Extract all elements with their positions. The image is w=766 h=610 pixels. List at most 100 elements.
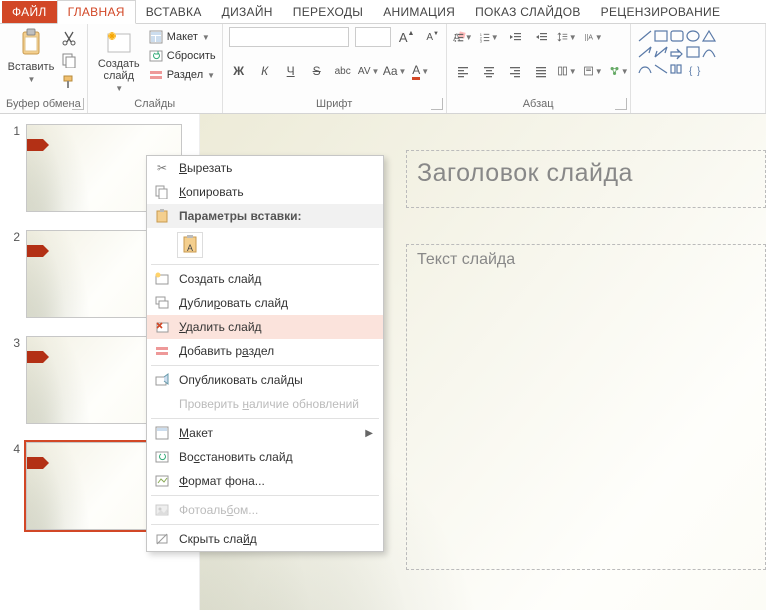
cm-delete[interactable]: Удалить слайд xyxy=(147,315,383,339)
line-spacing-button[interactable]: ▼ xyxy=(557,27,577,47)
reset-icon xyxy=(153,448,171,466)
tab-file[interactable]: ФАЙЛ xyxy=(2,1,57,23)
publish-icon xyxy=(153,371,171,389)
shadow-button[interactable]: abc xyxy=(333,61,353,81)
svg-text:A: A xyxy=(187,243,193,253)
cm-publish[interactable]: Опубликовать слайды xyxy=(147,368,383,392)
paste-label: Вставить xyxy=(8,61,55,73)
tab-slideshow[interactable]: ПОКАЗ СЛАЙДОВ xyxy=(465,1,591,23)
clipboard-icon xyxy=(15,27,47,59)
layout-icon xyxy=(148,29,164,45)
copy-icon[interactable] xyxy=(60,51,78,69)
char-spacing-button[interactable]: AV▼ xyxy=(359,61,379,81)
title-placeholder[interactable]: Заголовок слайда xyxy=(406,150,766,208)
dialog-launcher-icon[interactable] xyxy=(615,98,627,110)
bold-button[interactable]: Ж xyxy=(229,61,249,81)
cm-paste-header: Параметры вставки: xyxy=(147,204,383,228)
group-clipboard: Вставить ▼ Буфер обмена xyxy=(0,24,88,113)
align-right-button[interactable] xyxy=(505,61,525,81)
section-button[interactable]: Раздел▼ xyxy=(148,67,216,83)
chevron-down-icon: ▼ xyxy=(207,71,215,80)
duplicate-icon xyxy=(153,294,171,312)
align-left-button[interactable] xyxy=(453,61,473,81)
group-font: A▲ A▼ A Ж К Ч S abc AV▼ Aa▼ A▼ Шрифт xyxy=(223,24,447,113)
group-slides-label: Слайды xyxy=(94,96,216,112)
section-icon xyxy=(153,342,171,360)
thumb-number: 3 xyxy=(10,336,20,350)
ribbon: Вставить ▼ Буфер обмена Создать слайд ▼ … xyxy=(0,24,766,114)
italic-button[interactable]: К xyxy=(255,61,275,81)
bullets-button[interactable]: ▼ xyxy=(453,27,473,47)
chevron-right-icon: ▶ xyxy=(365,428,373,439)
align-center-button[interactable] xyxy=(479,61,499,81)
cm-copy[interactable]: Копировать xyxy=(147,180,383,204)
tab-home[interactable]: ГЛАВНАЯ xyxy=(57,0,136,24)
increase-font-button[interactable]: A▲ xyxy=(397,27,417,47)
cm-new-slide[interactable]: Создать слайд xyxy=(147,267,383,291)
decrease-indent-button[interactable] xyxy=(505,27,525,47)
new-slide-icon xyxy=(103,27,135,56)
thumb-number: 1 xyxy=(10,124,20,138)
layout-button[interactable]: Макет▼ xyxy=(148,29,216,45)
reset-button[interactable]: Сбросить xyxy=(148,48,216,64)
tab-transitions[interactable]: ПЕРЕХОДЫ xyxy=(283,1,373,23)
shapes-gallery[interactable]: {} xyxy=(637,29,737,84)
strike-button[interactable]: S xyxy=(307,61,327,81)
scissors-icon: ✂ xyxy=(153,159,171,177)
font-family-select[interactable] xyxy=(229,27,349,47)
chevron-down-icon: ▼ xyxy=(202,33,210,42)
decrease-font-button[interactable]: A▼ xyxy=(423,27,443,47)
photo-icon xyxy=(153,501,171,519)
paste-keep-text-button[interactable]: A xyxy=(177,232,203,258)
paste-button[interactable]: Вставить ▼ xyxy=(6,27,56,93)
section-icon xyxy=(148,67,164,83)
clipboard-icon xyxy=(153,207,171,225)
underline-button[interactable]: Ч xyxy=(281,61,301,81)
cm-photoalbum: Фотоальбом... xyxy=(147,498,383,522)
columns-button[interactable]: ▼ xyxy=(557,61,577,81)
thumb-number: 2 xyxy=(10,230,20,244)
new-slide-icon xyxy=(153,270,171,288)
dialog-launcher-icon[interactable] xyxy=(72,98,84,110)
format-bg-icon xyxy=(153,472,171,490)
group-slides: Создать слайд ▼ Макет▼ Сбросить Раздел▼ … xyxy=(88,24,223,113)
font-size-select[interactable] xyxy=(355,27,391,47)
text-direction-button[interactable]: ||A▼ xyxy=(583,27,603,47)
justify-button[interactable] xyxy=(531,61,551,81)
cm-layout[interactable]: Макет▶ xyxy=(147,421,383,445)
reset-icon xyxy=(148,48,164,64)
group-clipboard-label: Буфер обмена xyxy=(6,96,81,112)
body-placeholder[interactable]: Текст слайда xyxy=(406,244,766,570)
svg-text:}: } xyxy=(697,66,701,77)
numbering-button[interactable]: 123▼ xyxy=(479,27,499,47)
cm-duplicate[interactable]: Дублировать слайд xyxy=(147,291,383,315)
cm-format-bg[interactable]: Формат фона... xyxy=(147,469,383,493)
cm-hide[interactable]: Скрыть слайд xyxy=(147,527,383,551)
ribbon-tabs: ФАЙЛ ГЛАВНАЯ ВСТАВКА ДИЗАЙН ПЕРЕХОДЫ АНИ… xyxy=(0,0,766,24)
tab-animation[interactable]: АНИМАЦИЯ xyxy=(373,1,465,23)
format-painter-icon[interactable] xyxy=(60,73,78,91)
cut-icon[interactable] xyxy=(60,29,78,47)
tab-review[interactable]: РЕЦЕНЗИРОВАНИЕ xyxy=(591,1,731,23)
change-case-button[interactable]: Aa▼ xyxy=(385,61,405,81)
font-color-button[interactable]: A▼ xyxy=(411,61,431,81)
new-slide-button[interactable]: Создать слайд ▼ xyxy=(94,27,144,93)
cm-reset[interactable]: Восстановить слайд xyxy=(147,445,383,469)
cm-check-updates: Проверить наличие обновлений xyxy=(147,392,383,416)
tab-insert[interactable]: ВСТАВКА xyxy=(136,1,212,23)
svg-text:3: 3 xyxy=(479,39,482,44)
new-slide-label: Создать слайд xyxy=(98,58,140,82)
svg-text:||A: ||A xyxy=(584,33,593,41)
group-shapes: {} xyxy=(631,24,766,113)
smartart-button[interactable]: ▼ xyxy=(609,61,629,81)
increase-indent-button[interactable] xyxy=(531,27,551,47)
context-menu: ✂Вырезать Копировать Параметры вставки: … xyxy=(146,155,384,552)
cm-cut[interactable]: ✂Вырезать xyxy=(147,156,383,180)
align-text-button[interactable]: ▼ xyxy=(583,61,603,81)
hide-slide-icon xyxy=(153,530,171,548)
dialog-launcher-icon[interactable] xyxy=(431,98,443,110)
tab-design[interactable]: ДИЗАЙН xyxy=(212,1,283,23)
svg-text:{: { xyxy=(689,66,693,77)
cm-add-section[interactable]: Добавить раздел xyxy=(147,339,383,363)
cm-paste-options: A xyxy=(147,228,383,262)
